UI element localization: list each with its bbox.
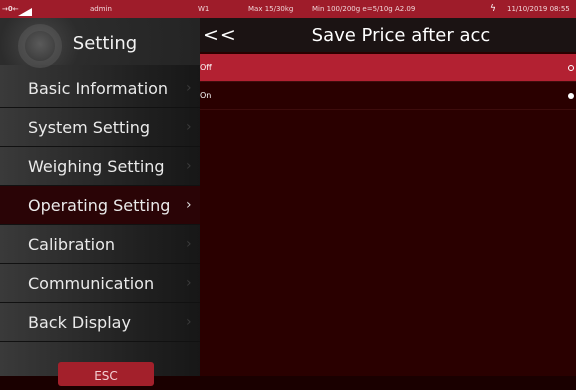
radio-selected-icon bbox=[568, 65, 574, 71]
datetime: 11/10/2019 08:55 bbox=[507, 5, 570, 13]
zero-indicator: →0← bbox=[2, 5, 19, 13]
chevron-right-icon: › bbox=[186, 119, 192, 135]
esc-button[interactable]: ESC bbox=[58, 362, 154, 386]
menu-item-label: Weighing Setting bbox=[28, 157, 165, 176]
max-capacity: Max 15/30kg bbox=[248, 5, 294, 13]
chevron-right-icon: › bbox=[186, 236, 192, 252]
chevron-right-icon: › bbox=[186, 80, 192, 96]
settings-sidebar: Setting Basic Information › System Setti… bbox=[0, 18, 200, 386]
signal-icon bbox=[18, 5, 32, 16]
menu-item-label: Communication bbox=[28, 274, 155, 293]
status-bar: →0← admin W1 Max 15/30kg Min 100/200g e=… bbox=[0, 0, 576, 18]
menu-item-label: Back Display bbox=[28, 313, 131, 332]
option-list: Off On bbox=[200, 54, 576, 110]
menu-item-back-display[interactable]: Back Display › bbox=[0, 303, 200, 342]
menu-item-operating-setting[interactable]: Operating Setting › bbox=[0, 186, 200, 225]
sidebar-header: Setting bbox=[0, 18, 200, 68]
menu-item-basic-information[interactable]: Basic Information › bbox=[0, 69, 200, 108]
menu-item-label: Basic Information bbox=[28, 79, 169, 98]
settings-menu: Basic Information › System Setting › Wei… bbox=[0, 69, 200, 342]
menu-item-calibration[interactable]: Calibration › bbox=[0, 225, 200, 264]
content-header: << Save Price after acc bbox=[200, 18, 576, 52]
page-title: Save Price after acc bbox=[311, 25, 491, 46]
menu-item-weighing-setting[interactable]: Weighing Setting › bbox=[0, 147, 200, 186]
menu-item-label: Calibration bbox=[28, 235, 116, 254]
chevron-right-icon: › bbox=[186, 314, 192, 330]
lightning-icon: ϟ bbox=[490, 4, 496, 14]
option-on[interactable]: On bbox=[200, 82, 576, 110]
menu-item-label: Operating Setting bbox=[28, 196, 171, 215]
settings-content: << Save Price after acc Off On bbox=[200, 18, 576, 376]
user-label: admin bbox=[90, 5, 112, 13]
chevron-right-icon: › bbox=[186, 197, 192, 213]
option-label: On bbox=[200, 91, 212, 100]
chevron-right-icon: › bbox=[186, 158, 192, 174]
menu-item-label: System Setting bbox=[28, 118, 151, 137]
min-capacity: Min 100/200g e=5/10g A2.09 bbox=[312, 5, 416, 13]
chevron-right-icon: › bbox=[186, 275, 192, 291]
scale-id: W1 bbox=[198, 5, 210, 13]
menu-item-communication[interactable]: Communication › bbox=[0, 264, 200, 303]
option-label: Off bbox=[200, 63, 212, 72]
menu-item-system-setting[interactable]: System Setting › bbox=[0, 108, 200, 147]
radio-dot-icon bbox=[568, 93, 574, 99]
sidebar-title: Setting bbox=[72, 33, 138, 54]
option-off[interactable]: Off bbox=[200, 54, 576, 82]
